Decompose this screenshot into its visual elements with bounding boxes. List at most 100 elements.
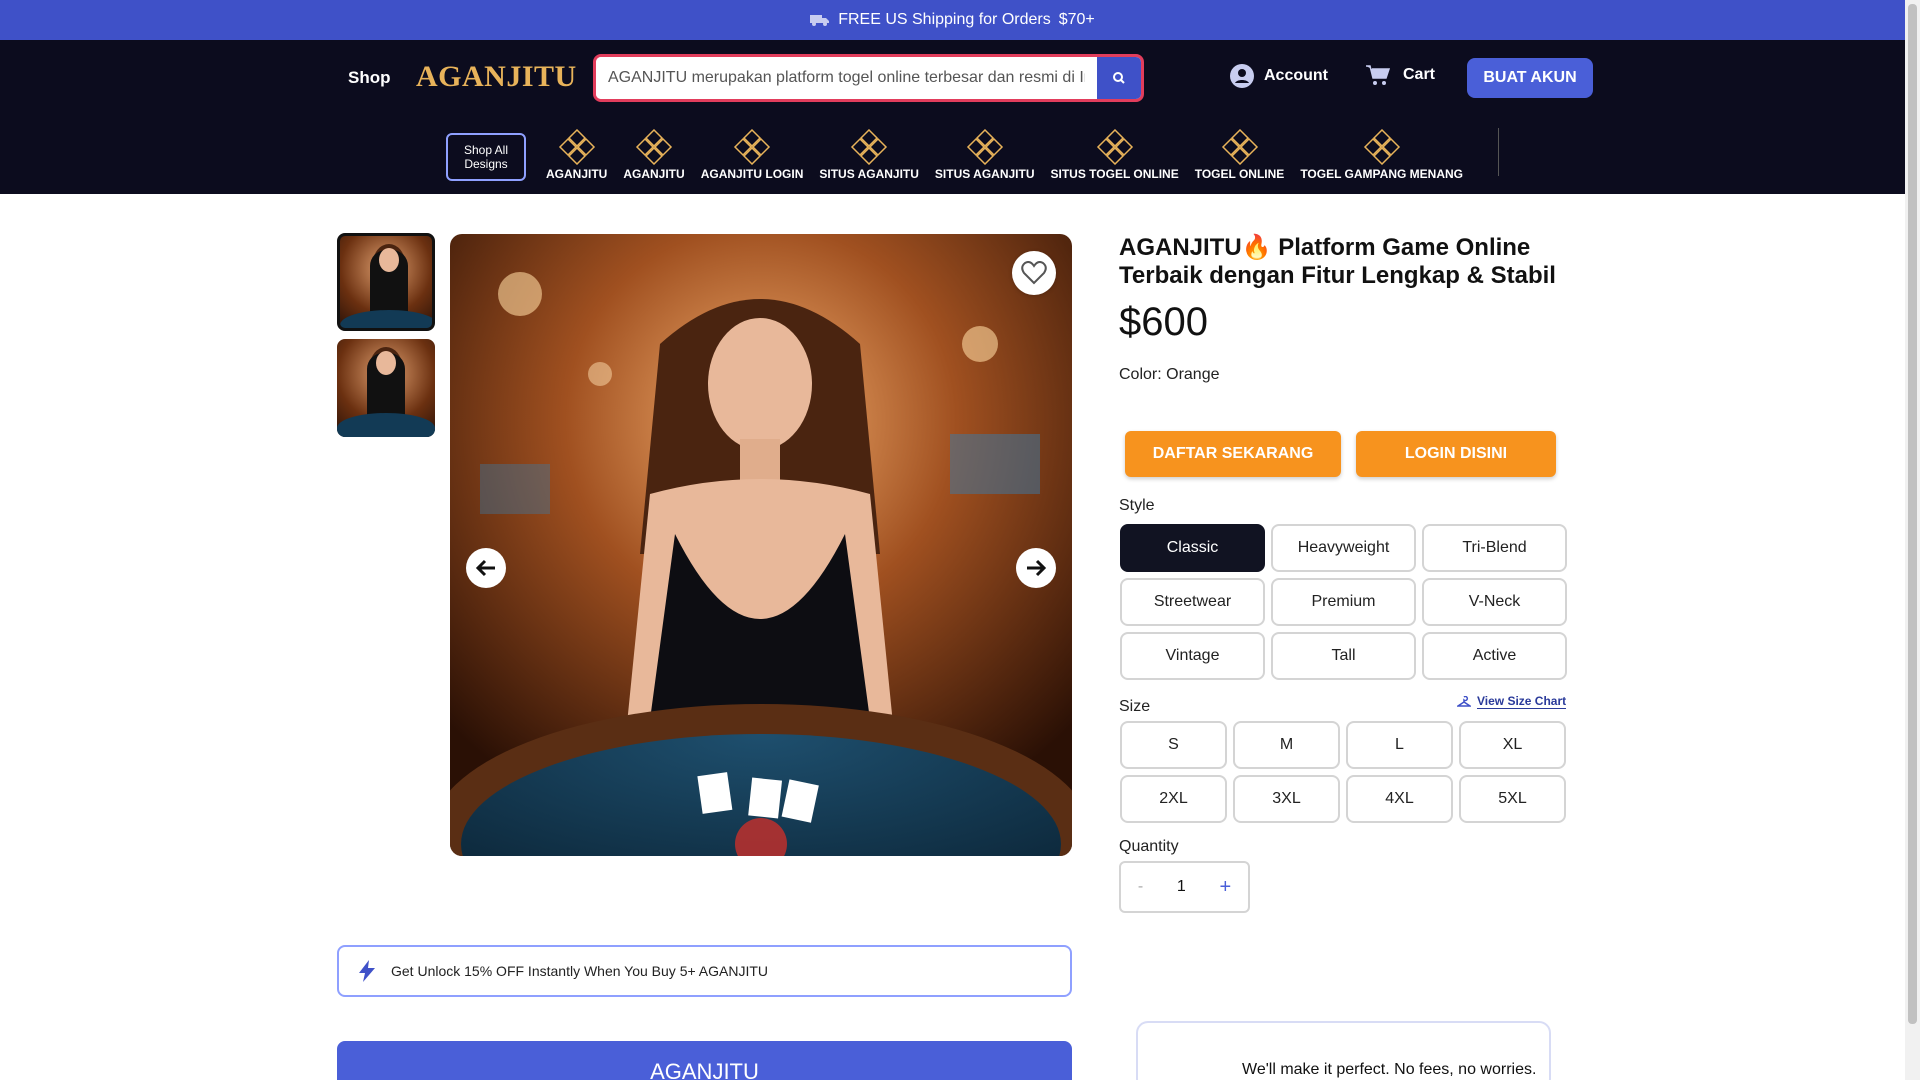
diamond-logo-icon bbox=[966, 129, 1003, 165]
shop-all-line2: Designs bbox=[464, 157, 508, 171]
category-label: TOGEL ONLINE bbox=[1194, 167, 1285, 181]
shipping-banner: FREE US Shipping for Orders $70+ bbox=[0, 0, 1905, 40]
diamond-logo-icon bbox=[1363, 129, 1400, 165]
style-option[interactable]: Premium bbox=[1271, 578, 1416, 626]
shipping-amount: $70+ bbox=[1058, 11, 1095, 28]
category-nav: Shop All Designs AGANJITU AGANJITU AGANJITU… bbox=[446, 129, 1479, 189]
style-option[interactable]: Tall bbox=[1271, 632, 1416, 680]
category-item[interactable]: SITUS AGANJITU bbox=[934, 129, 1035, 181]
search-bar bbox=[593, 54, 1144, 102]
divider bbox=[1498, 128, 1499, 176]
size-option[interactable]: M bbox=[1233, 721, 1340, 769]
style-options: Classic Heavyweight Tri-Blend Streetwear Pre… bbox=[1120, 524, 1567, 680]
category-label: AGANJITU LOGIN bbox=[700, 167, 804, 181]
category-label: AGANJITU bbox=[546, 167, 608, 181]
promo-text: Get Unlock 15% OFF Instantly When You Bu… bbox=[391, 963, 769, 979]
guarantee-text: We'll make it perfect. No fees, no worri… bbox=[1242, 1061, 1537, 1078]
add-to-cart-button[interactable]: AGANJITU bbox=[337, 1041, 1072, 1080]
diamond-logo-icon bbox=[558, 129, 595, 165]
user-icon bbox=[1230, 64, 1254, 88]
quantity-label: Quantity bbox=[1119, 838, 1179, 855]
product-title: AGANJITU🔥 Platform Game Online Terbaik d… bbox=[1119, 234, 1556, 289]
previous-image-button[interactable] bbox=[466, 548, 506, 588]
search-button[interactable] bbox=[1097, 57, 1141, 99]
style-option[interactable]: Tri-Blend bbox=[1422, 524, 1567, 572]
category-item[interactable]: AGANJITU bbox=[623, 129, 685, 181]
heart-icon bbox=[1021, 261, 1047, 285]
login-button[interactable]: LOGIN DISINI bbox=[1356, 431, 1556, 477]
style-option[interactable]: Vintage bbox=[1120, 632, 1265, 680]
diamond-logo-icon bbox=[851, 129, 888, 165]
category-item[interactable]: AGANJITU bbox=[546, 129, 607, 181]
scrollbar-thumb[interactable] bbox=[1908, 4, 1917, 1024]
category-label: SITUS AGANJITU bbox=[819, 167, 919, 181]
site-header: Shop AGANJITU Account Cart BUAT AKUN Sho… bbox=[0, 40, 1905, 194]
size-option[interactable]: L bbox=[1346, 721, 1453, 769]
category-label: TOGEL GAMPANG MENANG bbox=[1300, 167, 1463, 181]
size-chart-link[interactable]: View Size Chart bbox=[1457, 694, 1567, 709]
quantity-increase-button[interactable]: + bbox=[1219, 876, 1231, 899]
diamond-logo-icon bbox=[1096, 129, 1133, 165]
truck-icon bbox=[810, 13, 830, 27]
cart-link[interactable]: Cart bbox=[1365, 64, 1435, 86]
shipping-text: FREE US Shipping for Orders bbox=[838, 11, 1051, 28]
lightning-icon bbox=[359, 960, 375, 982]
shop-all-designs-button[interactable]: Shop All Designs bbox=[446, 133, 526, 181]
category-label: SITUS TOGEL ONLINE bbox=[1050, 167, 1179, 181]
size-option[interactable]: 4XL bbox=[1346, 775, 1453, 823]
quantity-stepper: - 1 + bbox=[1119, 861, 1250, 913]
quantity-decrease-button[interactable]: - bbox=[1138, 878, 1143, 896]
next-image-button[interactable] bbox=[1016, 548, 1056, 588]
size-chart-label: View Size Chart bbox=[1477, 694, 1567, 709]
search-input[interactable] bbox=[596, 57, 1097, 99]
guarantee-box: We'll make it perfect. No fees, no worri… bbox=[1136, 1021, 1551, 1080]
shop-all-line1: Shop All bbox=[463, 143, 509, 157]
account-label: Account bbox=[1264, 67, 1328, 84]
product-thumbnail[interactable] bbox=[337, 233, 435, 331]
category-list: AGANJITU AGANJITU AGANJITU LOGIN SITUS AGAN… bbox=[546, 129, 1479, 181]
color-label: Color: Orange bbox=[1119, 366, 1220, 383]
register-button[interactable]: DAFTAR SEKARANG bbox=[1125, 431, 1341, 477]
bulk-discount-banner: Get Unlock 15% OFF Instantly When You Bu… bbox=[337, 945, 1072, 997]
style-option[interactable]: Active bbox=[1422, 632, 1567, 680]
size-option[interactable]: 5XL bbox=[1459, 775, 1566, 823]
search-icon bbox=[1113, 72, 1125, 84]
size-options: S M L XL 2XL 3XL 4XL 5XL bbox=[1120, 721, 1566, 823]
diamond-logo-icon bbox=[635, 129, 673, 165]
account-link[interactable]: Account bbox=[1230, 64, 1328, 88]
size-option[interactable]: 2XL bbox=[1120, 775, 1227, 823]
style-option[interactable]: Heavyweight bbox=[1271, 524, 1416, 572]
style-option[interactable]: V-Neck bbox=[1422, 578, 1567, 626]
site-logo[interactable]: AGANJITU bbox=[416, 60, 577, 94]
create-account-button[interactable]: BUAT AKUN bbox=[1467, 58, 1593, 98]
category-item[interactable]: SITUS AGANJITU bbox=[819, 129, 919, 181]
category-item[interactable]: AGANJITU LOGIN bbox=[700, 129, 804, 181]
size-option[interactable]: XL bbox=[1459, 721, 1566, 769]
diamond-logo-icon bbox=[733, 129, 771, 165]
scrollbar[interactable] bbox=[1905, 0, 1920, 1080]
size-option[interactable]: 3XL bbox=[1233, 775, 1340, 823]
cart-label: Cart bbox=[1403, 66, 1436, 83]
category-label: AGANJITU bbox=[623, 167, 685, 181]
shop-link[interactable]: Shop bbox=[348, 68, 391, 88]
arrow-left-icon bbox=[475, 559, 495, 577]
category-item[interactable]: TOGEL GAMPANG MENANG bbox=[1300, 129, 1463, 181]
product-price: $600 bbox=[1119, 300, 1208, 344]
category-label: SITUS AGANJITU bbox=[934, 167, 1035, 181]
style-option[interactable]: Classic bbox=[1120, 524, 1265, 572]
quantity-value[interactable]: 1 bbox=[1177, 878, 1186, 896]
size-option[interactable]: S bbox=[1120, 721, 1227, 769]
style-label: Style bbox=[1119, 497, 1155, 514]
style-option[interactable]: Streetwear bbox=[1120, 578, 1265, 626]
arrow-right-icon bbox=[1027, 559, 1047, 577]
category-item[interactable]: SITUS TOGEL ONLINE bbox=[1050, 129, 1179, 181]
wishlist-button[interactable] bbox=[1012, 251, 1056, 295]
product-image bbox=[450, 234, 1072, 856]
thumbnail-list bbox=[337, 233, 435, 445]
product-thumbnail[interactable] bbox=[337, 339, 435, 437]
diamond-logo-icon bbox=[1221, 129, 1258, 165]
category-item[interactable]: TOGEL ONLINE bbox=[1194, 129, 1285, 181]
hanger-icon bbox=[1457, 695, 1471, 707]
cart-icon bbox=[1366, 65, 1391, 85]
size-label: Size bbox=[1119, 698, 1151, 715]
